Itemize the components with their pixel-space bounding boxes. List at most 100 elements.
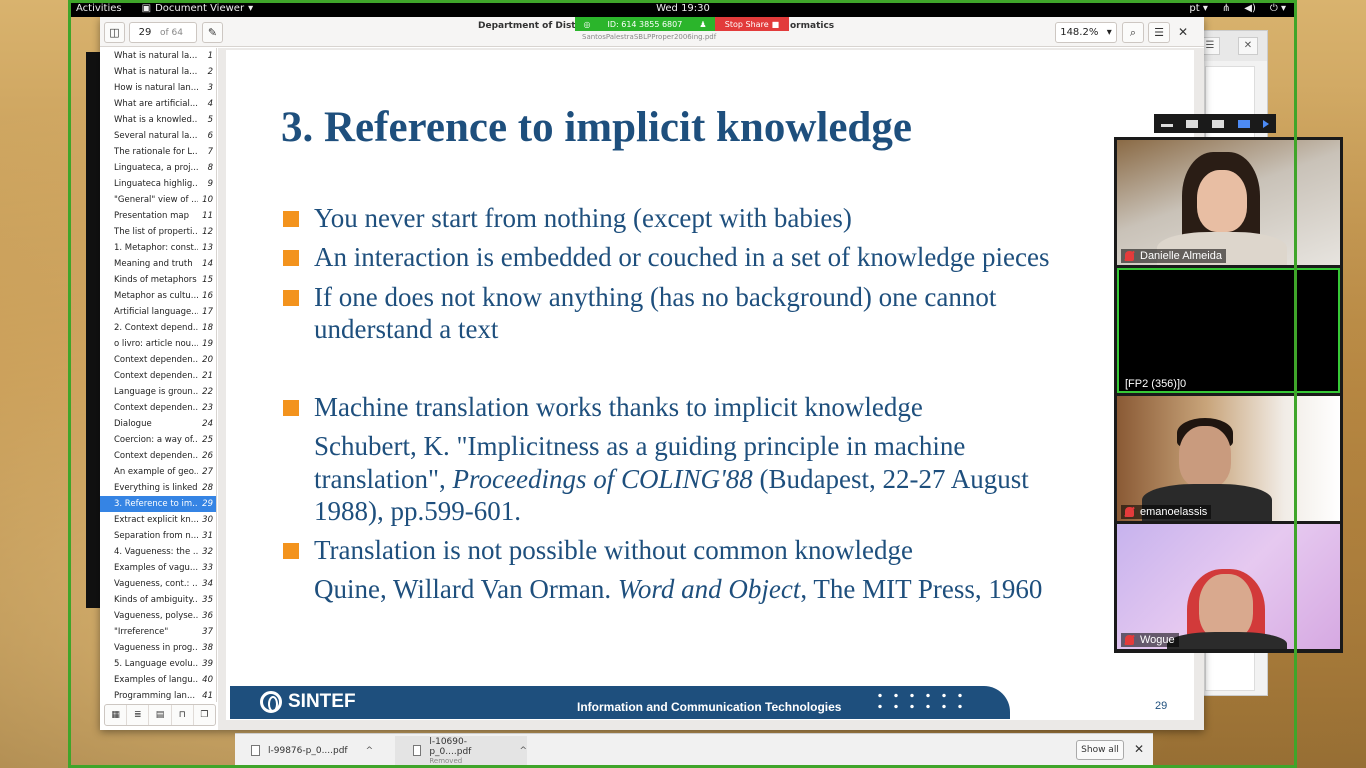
close-window-button[interactable]: ✕: [1178, 25, 1188, 39]
mic-muted-icon: [1125, 507, 1134, 517]
outline-item[interactable]: Kinds of metaphors 15: [100, 272, 216, 288]
outline-item[interactable]: Vagueness in prog... 38: [100, 640, 216, 656]
outline-item[interactable]: "General" view of ... 10: [100, 192, 216, 208]
annotate-button[interactable]: ✎: [202, 22, 223, 43]
stop-share-button[interactable]: Stop Share ■: [715, 17, 789, 31]
layers-icon[interactable]: ❐: [194, 705, 215, 725]
restore-icon[interactable]: [1186, 119, 1199, 128]
download-info: l-10690-p_0....pdf Removed: [429, 737, 501, 765]
participant-video[interactable]: [FP2 (356)]0: [1117, 268, 1340, 393]
outline-item[interactable]: Extract explicit kn... 30: [100, 512, 216, 528]
reference-1-line-3: 1988), pp.599-601.: [314, 496, 521, 526]
outline-item[interactable]: Kinds of ambiguity... 35: [100, 592, 216, 608]
network-icon: ⋔: [1221, 3, 1231, 14]
outline-item-label: Separation from n...: [114, 531, 198, 541]
download-item[interactable]: l-99876-p_0....pdf ^: [251, 736, 373, 765]
bullet-marker: [283, 211, 299, 227]
participant-video[interactable]: emanoelassis: [1117, 396, 1340, 521]
outline-item[interactable]: Everything is linked 28: [100, 480, 216, 496]
zoom-selector[interactable]: 148.2% ▾: [1055, 22, 1117, 43]
outline-item[interactable]: "Irreference" 37: [100, 624, 216, 640]
outline-item[interactable]: 5. Language evolu... 39: [100, 656, 216, 672]
outline-item[interactable]: 2. Context depend... 18: [100, 320, 216, 336]
outline-item[interactable]: Linguateca highlig... 9: [100, 176, 216, 192]
close-icon[interactable]: ✕: [1238, 37, 1258, 55]
outline-item[interactable]: The list of properti... 12: [100, 224, 216, 240]
outline-item-label: The list of properti...: [114, 227, 198, 237]
outline-item[interactable]: Metaphor as cultu... 16: [100, 288, 216, 304]
outline-item[interactable]: The rationale for L... 7: [100, 144, 216, 160]
outline-item[interactable]: Examples of langu... 40: [100, 672, 216, 688]
expand-icon[interactable]: [1263, 119, 1270, 128]
outline-item[interactable]: Artificial language... 17: [100, 304, 216, 320]
outline-item[interactable]: Vagueness, polyse... 36: [100, 608, 216, 624]
ref-title: Word and Object: [617, 574, 801, 604]
show-all-button[interactable]: Show all: [1076, 740, 1124, 760]
chevron-up-icon[interactable]: ^: [519, 746, 527, 756]
outline-item[interactable]: Context dependen... 26: [100, 448, 216, 464]
outline-item-page: 34: [202, 579, 213, 589]
outline-item[interactable]: Linguateca, a proj... 8: [100, 160, 216, 176]
download-item[interactable]: l-10690-p_0....pdf Removed ^: [395, 736, 527, 765]
participant-video[interactable]: Wogue: [1117, 524, 1340, 649]
outline-item[interactable]: Dialogue 24: [100, 416, 216, 432]
outline-item[interactable]: What is natural la... 2: [100, 64, 216, 80]
outline-item-page: 3: [207, 83, 213, 93]
outline-item[interactable]: o livro: article nou... 19: [100, 336, 216, 352]
outline-item[interactable]: Separation from n... 31: [100, 528, 216, 544]
close-icon[interactable]: ✕: [1134, 742, 1144, 756]
page-number-input[interactable]: 29 of 64: [129, 22, 197, 43]
file-icon: [413, 745, 422, 756]
bookmark-icon[interactable]: ⊓: [172, 705, 194, 725]
menu-button[interactable]: ☰: [1148, 22, 1170, 43]
annotations-icon[interactable]: ▤: [149, 705, 172, 725]
outline-item[interactable]: How is natural lan... 3: [100, 80, 216, 96]
outline-item[interactable]: Vagueness, cont.: ... 34: [100, 576, 216, 592]
outline-item[interactable]: Context dependen... 21: [100, 368, 216, 384]
outline-item[interactable]: Several natural la... 6: [100, 128, 216, 144]
minimize-icon[interactable]: [1160, 124, 1173, 127]
page-number-value[interactable]: 29: [130, 27, 160, 38]
mic-muted-icon: [1125, 251, 1134, 261]
meeting-id-bar: ◎ ID: 614 3855 6807 ♟: [575, 17, 715, 31]
outline-item[interactable]: What are artificial... 4: [100, 96, 216, 112]
outline-item[interactable]: What is natural la... 1: [100, 48, 216, 64]
outline-item-label: Vagueness, polyse...: [114, 611, 198, 621]
outline-item[interactable]: Language is groun... 22: [100, 384, 216, 400]
language-indicator[interactable]: pt ▾: [1189, 3, 1207, 14]
outline-item-label: Programming lan...: [114, 691, 196, 701]
outline-item[interactable]: 1. Metaphor: const... 13: [100, 240, 216, 256]
search-button[interactable]: ⌕: [1122, 22, 1144, 43]
outline-sidebar[interactable]: What is natural la... 1 What is natural la…: [100, 48, 217, 702]
outline-item[interactable]: An example of geo... 27: [100, 464, 216, 480]
chevron-up-icon[interactable]: ^: [366, 746, 374, 756]
speaker-view-icon[interactable]: [1211, 119, 1224, 128]
gallery-view-icon[interactable]: [1237, 119, 1250, 128]
outline-item[interactable]: Context dependen... 20: [100, 352, 216, 368]
ref-text: translation",: [314, 464, 453, 494]
slide-page-number: 29: [1155, 700, 1168, 712]
outline-item-label: Context dependen...: [114, 403, 198, 413]
participant-name-tag: [FP2 (356)]0: [1121, 377, 1190, 391]
outline-item[interactable]: Examples of vagu... 33: [100, 560, 216, 576]
activities-button[interactable]: Activities: [76, 3, 122, 14]
outline-icon[interactable]: ≣: [127, 705, 150, 725]
outline-item[interactable]: What is a knowled... 5: [100, 112, 216, 128]
outline-item[interactable]: Meaning and truth 14: [100, 256, 216, 272]
outline-item[interactable]: Presentation map 11: [100, 208, 216, 224]
outline-item[interactable]: Context dependen... 23: [100, 400, 216, 416]
system-tray[interactable]: pt ▾ ⋔ ◀) ⏻ ▾: [1189, 3, 1286, 14]
outline-item-page: 22: [202, 387, 213, 397]
page-view[interactable]: 3. Reference to implicit knowledge You n…: [218, 48, 1204, 730]
outline-item[interactable]: 4. Vagueness: the ... 32: [100, 544, 216, 560]
volume-icon: ◀): [1244, 3, 1256, 14]
video-view-toolbar: [1154, 114, 1276, 133]
app-menu[interactable]: ▣ Document Viewer ▾: [142, 3, 253, 14]
outline-item[interactable]: 3. Reference to im... 29: [100, 496, 216, 512]
outline-item[interactable]: Coercion: a way of... 25: [100, 432, 216, 448]
sidebar-toggle-button[interactable]: ◫: [104, 22, 125, 43]
participant-video[interactable]: Danielle Almeida: [1117, 140, 1340, 265]
thumbnails-icon[interactable]: ▦: [105, 705, 128, 725]
clock[interactable]: Wed 19:30: [70, 3, 1296, 14]
outline-item[interactable]: Programming lan... 41: [100, 688, 216, 702]
